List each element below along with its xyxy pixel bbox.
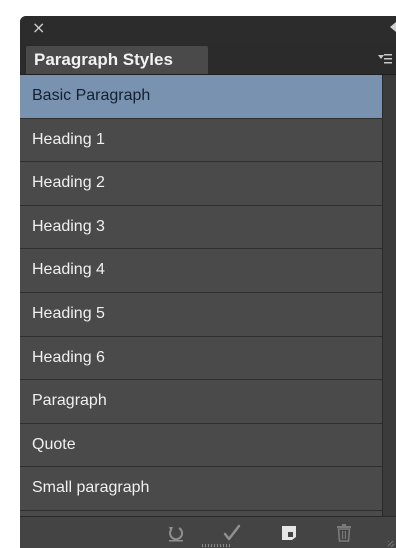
paragraph-styles-panel: × Paragraph Styles Basic Paragraph Headi… <box>20 16 396 548</box>
style-item-heading-5[interactable]: Heading 5 <box>20 293 382 337</box>
new-style-icon[interactable] <box>279 523 299 543</box>
style-item-basic-paragraph[interactable]: Basic Paragraph <box>20 75 382 119</box>
collapse-arrow-icon[interactable] <box>390 22 396 32</box>
close-icon[interactable]: × <box>32 18 45 38</box>
tab-paragraph-styles[interactable]: Paragraph Styles <box>26 46 208 74</box>
style-item-quote[interactable]: Quote <box>20 424 382 468</box>
panel-tab-bar: Paragraph Styles <box>20 44 396 75</box>
style-item-heading-6[interactable]: Heading 6 <box>20 337 382 381</box>
menu-lines-icon <box>384 53 392 65</box>
style-item-heading-3[interactable]: Heading 3 <box>20 206 382 250</box>
delete-style-icon[interactable] <box>334 523 354 543</box>
redefine-style-icon[interactable] <box>222 523 242 543</box>
style-item-small-paragraph[interactable]: Small paragraph <box>20 467 382 511</box>
vertical-scrollbar[interactable] <box>382 75 396 545</box>
style-item-heading-1[interactable]: Heading 1 <box>20 119 382 163</box>
panel-title-bar: × <box>20 16 396 44</box>
panel-menu-icon[interactable] <box>378 52 392 66</box>
resize-grip-icon[interactable] <box>202 544 232 547</box>
clear-overrides-icon[interactable] <box>166 523 186 543</box>
resize-corner-icon[interactable] <box>388 541 394 547</box>
style-item-heading-2[interactable]: Heading 2 <box>20 162 382 206</box>
style-item-paragraph[interactable]: Paragraph <box>20 380 382 424</box>
style-item-heading-4[interactable]: Heading 4 <box>20 249 382 293</box>
styles-list: Basic Paragraph Heading 1 Heading 2 Head… <box>20 75 382 545</box>
